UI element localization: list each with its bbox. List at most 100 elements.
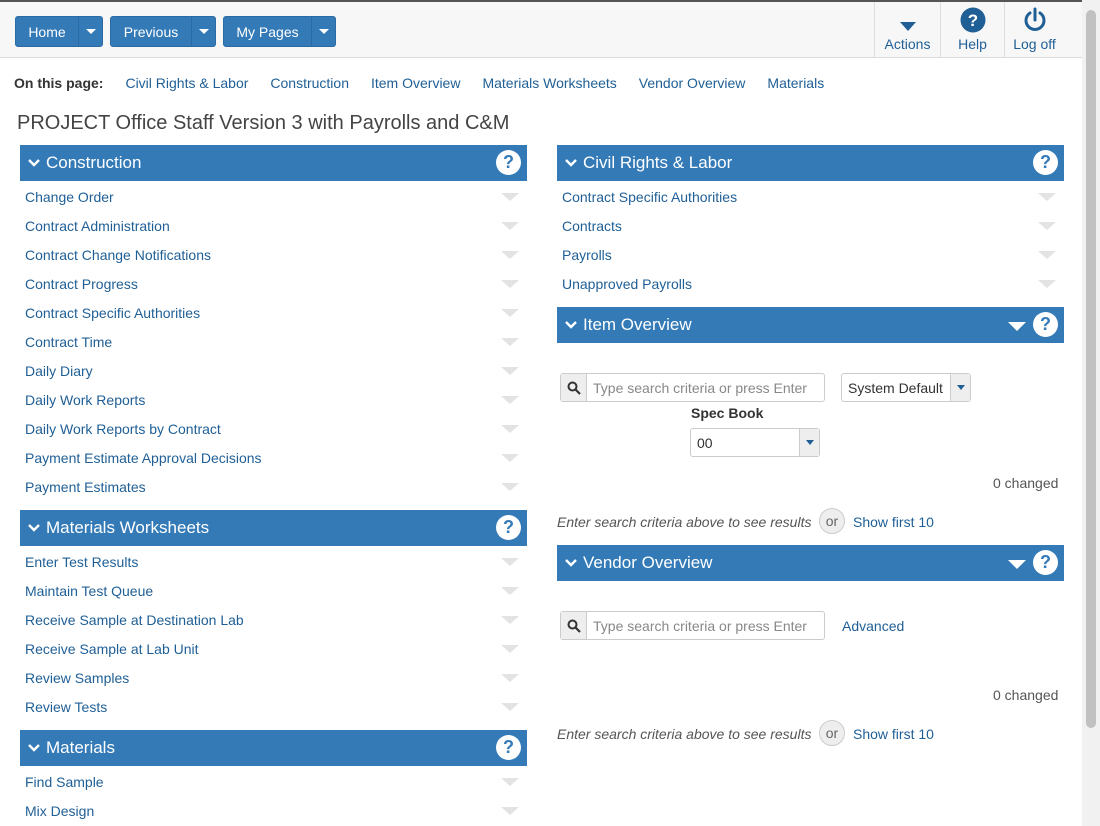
select-arrow[interactable] — [950, 374, 970, 401]
caret-down-icon[interactable] — [501, 366, 519, 375]
link-review-samples[interactable]: Review Samples — [25, 670, 129, 686]
item-show-first-link[interactable]: Show first 10 — [853, 514, 934, 530]
actions-button[interactable]: Actions — [874, 2, 940, 58]
link-find-sample[interactable]: Find Sample — [25, 774, 104, 790]
link-payrolls[interactable]: Payrolls — [562, 247, 612, 263]
panel-menu-icon[interactable] — [1008, 560, 1026, 569]
link-review-tests[interactable]: Review Tests — [25, 699, 107, 715]
help-icon[interactable]: ? — [1033, 312, 1058, 337]
scrollbar[interactable] — [1082, 0, 1100, 826]
list-item[interactable]: Review Samples — [20, 663, 527, 692]
help-icon[interactable]: ? — [496, 515, 521, 540]
caret-down-icon[interactable] — [1038, 279, 1056, 288]
link-enter-test-results[interactable]: Enter Test Results — [25, 554, 138, 570]
vendor-overview-panel-header[interactable]: Vendor Overview ? — [557, 545, 1064, 581]
spec-book-value[interactable]: 00 — [691, 429, 799, 456]
link-daily-work-reports[interactable]: Daily Work Reports — [25, 392, 145, 408]
caret-down-icon[interactable] — [1038, 221, 1056, 230]
link-change-order[interactable]: Change Order — [25, 189, 114, 205]
link-contracts[interactable]: Contracts — [562, 218, 622, 234]
vendor-search-input[interactable]: Type search criteria or press Enter — [587, 612, 824, 639]
home-dropdown[interactable] — [78, 17, 102, 46]
jump-materials-worksheets[interactable]: Materials Worksheets — [482, 75, 616, 91]
link-payment-estimates[interactable]: Payment Estimates — [25, 479, 146, 495]
caret-down-icon[interactable] — [501, 586, 519, 595]
jump-vendor-overview[interactable]: Vendor Overview — [639, 75, 746, 91]
link-contract-progress[interactable]: Contract Progress — [25, 276, 138, 292]
link-unapproved-payrolls[interactable]: Unapproved Payrolls — [562, 276, 692, 292]
list-item[interactable]: Review Tests — [20, 692, 527, 721]
help-icon[interactable]: ? — [1033, 550, 1058, 575]
scrollbar-thumb[interactable] — [1086, 10, 1096, 728]
materials-panel-header[interactable]: Materials ? — [20, 730, 527, 766]
link-mix-design[interactable]: Mix Design — [25, 803, 94, 819]
previous-label[interactable]: Previous — [111, 17, 191, 46]
caret-down-icon[interactable] — [501, 395, 519, 404]
list-item[interactable]: Contract Administration — [20, 211, 527, 240]
caret-down-icon[interactable] — [501, 221, 519, 230]
list-item[interactable]: Contract Progress — [20, 269, 527, 298]
list-item[interactable]: Find Sample — [20, 767, 527, 796]
link-receive-sample-lab-unit[interactable]: Receive Sample at Lab Unit — [25, 641, 199, 657]
caret-down-icon[interactable] — [501, 250, 519, 259]
list-item[interactable]: Receive Sample at Destination Lab — [20, 605, 527, 634]
jump-civil-rights[interactable]: Civil Rights & Labor — [125, 75, 248, 91]
caret-down-icon[interactable] — [501, 337, 519, 346]
list-item[interactable]: Payrolls — [557, 240, 1064, 269]
view-select[interactable]: System Default — [841, 373, 971, 402]
jump-item-overview[interactable]: Item Overview — [371, 75, 460, 91]
vendor-search-box[interactable]: Type search criteria or press Enter — [560, 611, 825, 640]
list-item[interactable]: Maintain Test Queue — [20, 576, 527, 605]
search-icon[interactable] — [561, 374, 587, 401]
caret-down-icon[interactable] — [1038, 192, 1056, 201]
spec-book-select[interactable]: 00 — [690, 428, 820, 457]
caret-down-icon[interactable] — [501, 806, 519, 815]
civil-rights-panel-header[interactable]: Civil Rights & Labor ? — [557, 145, 1064, 181]
list-item[interactable]: Contract Change Notifications — [20, 240, 527, 269]
caret-down-icon[interactable] — [501, 702, 519, 711]
caret-down-icon[interactable] — [501, 279, 519, 288]
jump-materials[interactable]: Materials — [767, 75, 824, 91]
previous-dropdown[interactable] — [191, 17, 215, 46]
panel-menu-icon[interactable] — [1008, 322, 1026, 331]
list-item[interactable]: Mix Design — [20, 796, 527, 825]
list-item[interactable]: Contract Specific Authorities — [557, 182, 1064, 211]
list-item[interactable]: Contract Specific Authorities — [20, 298, 527, 327]
materials-worksheets-panel-header[interactable]: Materials Worksheets ? — [20, 510, 527, 546]
caret-down-icon[interactable] — [501, 644, 519, 653]
caret-down-icon[interactable] — [501, 615, 519, 624]
search-icon[interactable] — [561, 612, 587, 639]
previous-button[interactable]: Previous — [110, 16, 216, 47]
construction-panel-header[interactable]: Construction ? — [20, 145, 527, 181]
home-label[interactable]: Home — [16, 17, 78, 46]
caret-down-icon[interactable] — [1038, 250, 1056, 259]
item-search-box[interactable]: Type search criteria or press Enter — [560, 373, 825, 402]
item-overview-panel-header[interactable]: Item Overview ? — [557, 307, 1064, 343]
list-item[interactable]: Enter Test Results — [20, 547, 527, 576]
my-pages-dropdown[interactable] — [311, 17, 335, 46]
select-arrow[interactable] — [799, 429, 819, 456]
list-item[interactable]: Payment Estimate Approval Decisions — [20, 443, 527, 472]
list-item[interactable]: Contract Time — [20, 327, 527, 356]
list-item[interactable]: Change Order — [20, 182, 527, 211]
caret-down-icon[interactable] — [501, 482, 519, 491]
home-button[interactable]: Home — [15, 16, 103, 47]
caret-down-icon[interactable] — [501, 453, 519, 462]
link-contract-time[interactable]: Contract Time — [25, 334, 112, 350]
caret-down-icon[interactable] — [501, 308, 519, 317]
list-item[interactable]: Receive Sample at Lab Unit — [20, 634, 527, 663]
help-icon[interactable]: ? — [496, 735, 521, 760]
link-payment-estimate-approval-decisions[interactable]: Payment Estimate Approval Decisions — [25, 450, 262, 466]
list-item[interactable]: Daily Work Reports by Contract — [20, 414, 527, 443]
my-pages-label[interactable]: My Pages — [224, 17, 311, 46]
logoff-button[interactable]: Log off — [1004, 2, 1064, 58]
advanced-link[interactable]: Advanced — [842, 618, 904, 634]
link-contract-specific-authorities[interactable]: Contract Specific Authorities — [25, 305, 200, 321]
caret-down-icon[interactable] — [501, 557, 519, 566]
vendor-show-first-link[interactable]: Show first 10 — [853, 726, 934, 742]
link-contract-administration[interactable]: Contract Administration — [25, 218, 170, 234]
list-item[interactable]: Payment Estimates — [20, 472, 527, 501]
link-daily-work-reports-by-contract[interactable]: Daily Work Reports by Contract — [25, 421, 221, 437]
help-icon[interactable]: ? — [1033, 150, 1058, 175]
link-maintain-test-queue[interactable]: Maintain Test Queue — [25, 583, 153, 599]
